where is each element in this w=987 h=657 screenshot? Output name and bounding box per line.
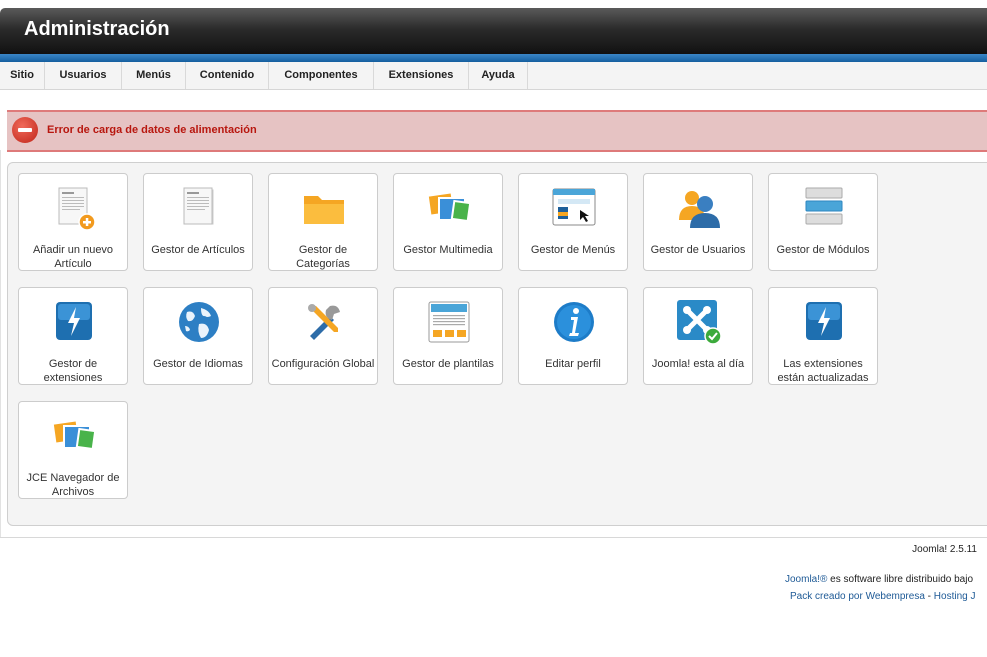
- menu-item-menus[interactable]: Menús: [122, 62, 186, 89]
- credits-text: Pack creado por Webempresa - Hosting J: [790, 591, 975, 602]
- menu-item-extensiones[interactable]: Extensiones: [374, 62, 469, 89]
- tile-jce-file-browser[interactable]: JCE Navegador de Archivos: [18, 401, 128, 499]
- menu-icon: [552, 188, 596, 226]
- globe-icon: [179, 302, 219, 342]
- tile-label: Añadir un nuevo Artículo: [32, 244, 114, 270]
- tile-label: Gestor de Menús: [530, 244, 616, 256]
- hosting-link[interactable]: Hosting J: [934, 591, 976, 602]
- tile-label: Gestor de Categorías: [296, 244, 350, 270]
- tile-template-manager[interactable]: Gestor de plantilas: [393, 287, 503, 385]
- extensions-icon: [56, 302, 92, 340]
- tile-label: Gestor de Idiomas: [153, 358, 243, 370]
- extensions-updated-icon: [806, 302, 842, 340]
- menu-item-ayuda[interactable]: Ayuda: [469, 62, 528, 89]
- template-icon: [428, 301, 470, 343]
- joomla-check-icon: [677, 300, 722, 345]
- admin-header: Administración: [0, 8, 987, 54]
- users-icon: [679, 191, 720, 228]
- credits-separator: -: [924, 591, 934, 602]
- tile-label: Editar perfil: [545, 358, 601, 370]
- tile-menu-manager[interactable]: Gestor de Menús: [518, 173, 628, 271]
- menu-item-contenido[interactable]: Contenido: [186, 62, 269, 89]
- tile-label: Gestor Multimedia: [403, 244, 493, 256]
- tile-label: Gestor de Usuarios: [650, 244, 746, 256]
- tile-label: Gestor de extensiones: [43, 358, 103, 384]
- add-article-icon: [58, 187, 96, 231]
- main-menu: Sitio Usuarios Menús Contenido Component…: [0, 62, 987, 90]
- tile-edit-profile[interactable]: Editar perfil: [518, 287, 628, 385]
- menu-item-usuarios[interactable]: Usuarios: [45, 62, 122, 89]
- tile-label: Gestor de Artículos: [151, 244, 245, 256]
- error-icon: [12, 117, 38, 143]
- article-icon: [183, 187, 214, 225]
- tile-joomla-uptodate[interactable]: Joomla! esta al día: [643, 287, 753, 385]
- tile-article-manager[interactable]: Gestor de Artículos: [143, 173, 253, 271]
- tile-extensions-updated[interactable]: Las extensiones están actualizadas: [768, 287, 878, 385]
- tile-module-manager[interactable]: Gestor de Módulos: [768, 173, 878, 271]
- pack-credit-link[interactable]: Pack creado por Webempresa: [790, 591, 925, 602]
- error-alert: Error de carga de datos de alimentación: [7, 110, 987, 152]
- tile-extension-manager[interactable]: Gestor de extensiones: [18, 287, 128, 385]
- tile-label: JCE Navegador de Archivos: [26, 472, 120, 498]
- tile-language-manager[interactable]: Gestor de Idiomas: [143, 287, 253, 385]
- tile-media-manager[interactable]: Gestor Multimedia: [393, 173, 503, 271]
- info-icon: [554, 302, 594, 342]
- page-title: Administración: [24, 18, 170, 40]
- media-icon: [426, 191, 472, 223]
- tile-label: Joomla! esta al día: [651, 358, 745, 370]
- content-border: [0, 150, 1, 538]
- tile-label: Gestor de Módulos: [776, 244, 870, 256]
- content-bottom-border: [0, 537, 987, 538]
- tile-category-manager[interactable]: Gestor de Categorías: [268, 173, 378, 271]
- folder-icon: [304, 196, 344, 224]
- tile-add-article[interactable]: Añadir un nuevo Artículo: [18, 173, 128, 271]
- tile-global-configuration[interactable]: Configuración Global: [268, 287, 378, 385]
- license-description: es software libre distribuido bajo: [827, 574, 974, 585]
- tile-label: Configuración Global: [271, 358, 375, 370]
- license-text: Joomla!® es software libre distribuido b…: [785, 574, 973, 585]
- tile-label: Las extensiones están actualizadas: [777, 358, 869, 384]
- modules-icon: [805, 187, 843, 225]
- menu-item-componentes[interactable]: Componentes: [269, 62, 374, 89]
- file-browser-icon: [51, 419, 97, 451]
- menu-item-sitio[interactable]: Sitio: [0, 62, 45, 89]
- tile-user-manager[interactable]: Gestor de Usuarios: [643, 173, 753, 271]
- tools-icon: [308, 304, 340, 340]
- header-accent-bar: [0, 54, 987, 62]
- version-text: Joomla! 2.5.11: [912, 544, 977, 555]
- tile-label: Gestor de plantilas: [402, 358, 494, 370]
- joomla-link[interactable]: Joomla!®: [785, 574, 827, 585]
- error-message: Error de carga de datos de alimentación: [47, 124, 257, 136]
